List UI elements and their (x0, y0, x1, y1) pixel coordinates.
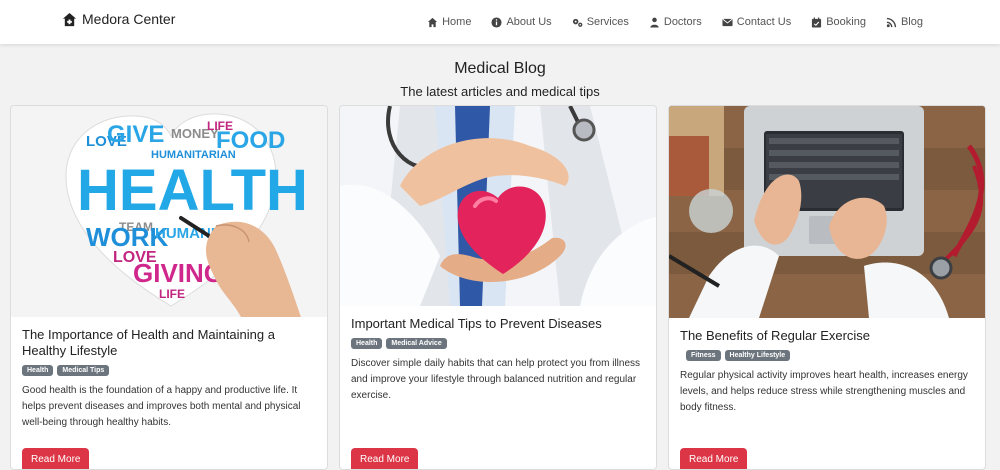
tag-medical-tips: Medical Tips (57, 365, 110, 376)
nav-contact[interactable]: Contact Us (722, 16, 791, 28)
read-more-button[interactable]: Read More (680, 448, 748, 469)
card-title: The Benefits of Regular Exercise (680, 328, 871, 343)
page-heading: Medical Blog The latest articles and med… (0, 60, 1000, 99)
calendar-icon (812, 16, 822, 28)
page-title: Medical Blog (454, 60, 546, 77)
laptop-doctor-image (669, 106, 985, 318)
nav-blog[interactable]: Blog (886, 16, 923, 28)
nav-blog-label: Blog (900, 16, 923, 28)
tag-health: Health (351, 338, 383, 349)
word-health: HEALTH (77, 158, 308, 223)
blog-card-health: LOVE GIVE MONEY LIFE FOOD HUMANITARIAN H… (10, 105, 328, 470)
gears-icon (572, 18, 583, 27)
word-give: GIVE (107, 121, 164, 148)
blog-icon (886, 17, 897, 27)
tag-list: Health Medical Advice (351, 338, 646, 349)
card-excerpt: Regular physical activity improves heart… (680, 370, 968, 413)
health-heart-image: LOVE GIVE MONEY LIFE FOOD HUMANITARIAN H… (11, 106, 327, 317)
home-icon (428, 17, 438, 27)
envelope-icon (722, 18, 733, 26)
tag-list: Fitness Healthy Lifestyle (686, 350, 975, 361)
card-body: Important Medical Tips to Prevent Diseas… (340, 306, 656, 404)
info-icon (491, 16, 502, 28)
nav-booking[interactable]: Booking (811, 16, 866, 28)
tag-health: Health (22, 365, 54, 376)
tag-fitness: Fitness (686, 350, 721, 361)
nav-doctors[interactable]: Doctors (649, 16, 702, 28)
nav-home-label: Home (442, 16, 472, 28)
blog-card-exercise: The Benefits of Regular Exercise Fitness… (668, 105, 986, 470)
page-subtitle: The latest articles and medical tips (400, 84, 600, 99)
card-title: Important Medical Tips to Prevent Diseas… (351, 316, 602, 331)
nav-about-label: About Us (506, 16, 552, 28)
brand-link[interactable]: Medora Center (62, 11, 175, 27)
nav-contact-label: Contact Us (736, 16, 792, 28)
tag-healthy-lifestyle: Healthy Lifestyle (724, 350, 791, 361)
house-medical-icon (62, 12, 77, 26)
read-more-button[interactable]: Read More (351, 448, 419, 469)
nav-doctors-label: Doctors (663, 16, 702, 28)
nav-booking-label: Booking (826, 16, 866, 28)
nav-services[interactable]: Services (572, 16, 629, 28)
doctor-heart-image (340, 106, 656, 306)
main-nav: Home About Us Services Doctors Contact U… (427, 0, 923, 44)
card-body: The Benefits of Regular Exercise Fitness… (669, 318, 985, 416)
tag-medical-advice: Medical Advice (386, 338, 447, 349)
read-more-button[interactable]: Read More (22, 448, 90, 469)
blog-card-tips: Important Medical Tips to Prevent Diseas… (339, 105, 657, 470)
card-title: The Importance of Health and Maintaining… (22, 327, 275, 358)
nav-services-label: Services (586, 16, 629, 28)
nav-home[interactable]: Home (427, 16, 471, 28)
card-excerpt: Good health is the foundation of a happy… (22, 385, 301, 428)
svg-text:LIFE: LIFE (159, 287, 185, 301)
doctor-icon (650, 17, 659, 28)
tag-list: Health Medical Tips (22, 365, 317, 376)
card-body: The Importance of Health and Maintaining… (11, 317, 327, 431)
brand-name: Medora Center (82, 11, 176, 27)
navbar: Medora Center Home About Us Services Doc… (0, 0, 1000, 44)
card-excerpt: Discover simple daily habits that can he… (351, 358, 641, 401)
nav-about[interactable]: About Us (491, 16, 552, 28)
